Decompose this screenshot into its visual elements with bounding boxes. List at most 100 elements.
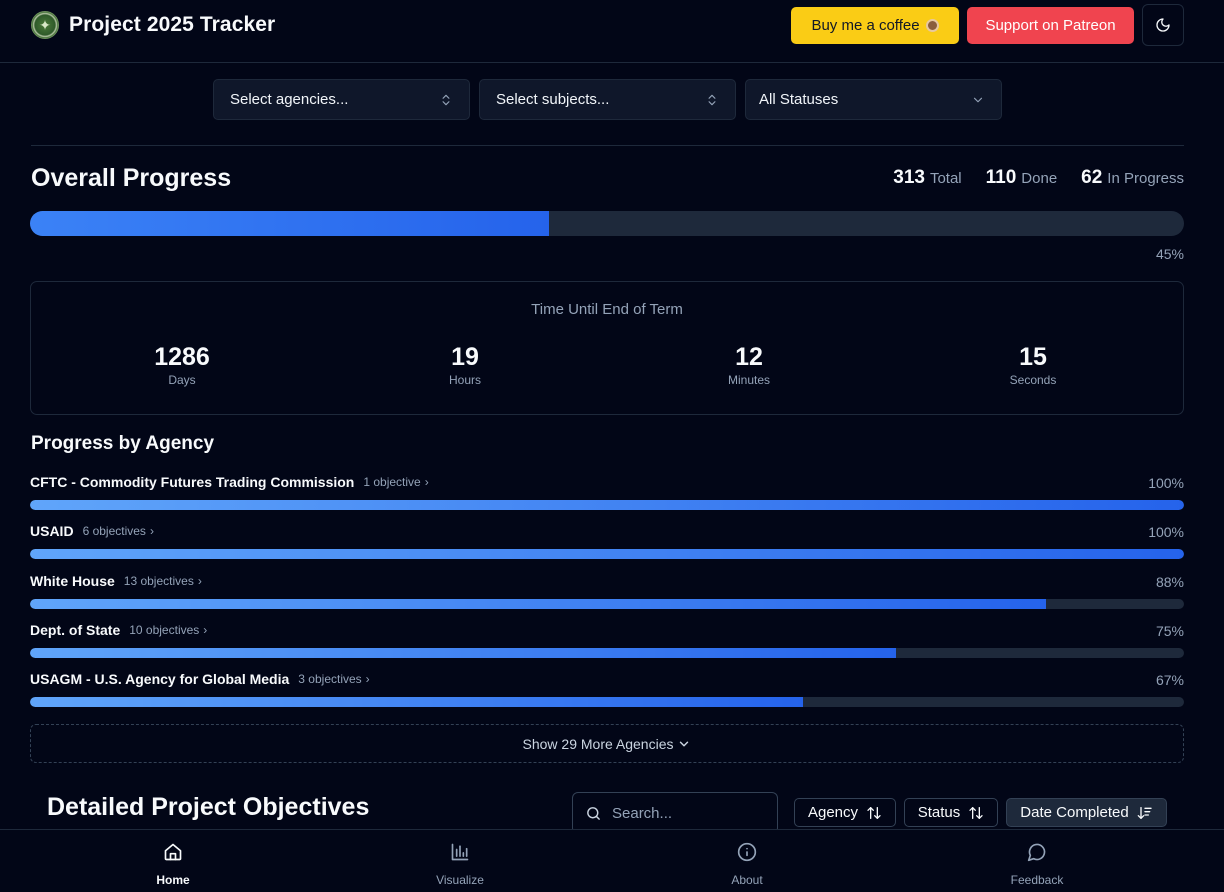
- status-select[interactable]: All Statuses: [745, 79, 1002, 120]
- agency-name: Dept. of State: [30, 622, 121, 638]
- agency-progress-title: Progress by Agency: [31, 433, 215, 454]
- agency-progress-fill: [30, 500, 1184, 510]
- countdown-days: 1286 Days: [154, 343, 210, 387]
- agency-percent: 75%: [1155, 623, 1184, 639]
- patreon-label: Support on Patreon: [985, 17, 1116, 34]
- sort-status-label: Status: [917, 804, 961, 821]
- agency-objectives-link[interactable]: 13 objectives ›: [124, 574, 202, 588]
- moon-icon: [1156, 18, 1170, 32]
- subject-select[interactable]: Select subjects...: [479, 79, 736, 120]
- agency-progress-bar: [30, 599, 1184, 609]
- stat-done: 110 Done: [985, 167, 1058, 188]
- logo-icon: ✦: [31, 11, 59, 39]
- agency-row[interactable]: CFTC - Commodity Futures Trading Commiss…: [30, 474, 1184, 519]
- agency-progress-bar: [30, 648, 1184, 658]
- app-header: ✦ Project 2025 Tracker Buy me a coffee S…: [0, 0, 1224, 63]
- agency-objectives-link[interactable]: 10 objectives ›: [129, 623, 207, 637]
- nav-about[interactable]: About: [687, 842, 807, 887]
- agency-objectives-link[interactable]: 3 objectives ›: [298, 672, 369, 686]
- countdown-minutes: 12 Minutes: [727, 343, 771, 387]
- agency-name: CFTC - Commodity Futures Trading Commiss…: [30, 474, 355, 490]
- sort-status-button[interactable]: Status: [904, 798, 998, 827]
- nav-feedback-label: Feedback: [1010, 873, 1064, 887]
- search-input[interactable]: [612, 804, 762, 822]
- info-icon: [737, 842, 757, 862]
- agency-percent: 67%: [1155, 672, 1184, 688]
- search-field[interactable]: [572, 792, 778, 834]
- chevron-down-icon: [973, 97, 983, 102]
- countdown-title: Time Until End of Term: [531, 301, 683, 318]
- filter-bar: Select agencies... Select subjects... Al…: [213, 79, 1002, 120]
- stat-total: 313 Total: [893, 167, 962, 188]
- agency-row[interactable]: Dept. of State 10 objectives › 75%: [30, 622, 1184, 667]
- home-icon: [164, 843, 182, 861]
- chevron-right-icon: ›: [424, 475, 429, 489]
- chevron-right-icon: ›: [365, 672, 370, 686]
- buy-coffee-button[interactable]: Buy me a coffee: [791, 7, 959, 44]
- status-select-value: All Statuses: [759, 91, 839, 108]
- nav-visualize-label: Visualize: [436, 873, 484, 887]
- agency-objectives-link[interactable]: 1 objective ›: [363, 475, 428, 489]
- stat-in-progress: 62 In Progress: [1081, 167, 1184, 188]
- chevrons-up-down-icon: [442, 94, 450, 105]
- overall-progress-fill: [30, 211, 550, 236]
- sort-arrows-icon: [969, 806, 983, 819]
- bottom-navigation: Home Visualize About Feedback: [0, 829, 1224, 892]
- objectives-title: Detailed Project Objectives: [47, 793, 370, 821]
- countdown-hours: 19 Hours: [448, 343, 481, 387]
- agency-select-placeholder: Select agencies...: [230, 91, 349, 108]
- nav-visualize[interactable]: Visualize: [400, 842, 520, 887]
- theme-toggle-button[interactable]: [1142, 4, 1184, 46]
- agency-progress-fill: [30, 648, 896, 658]
- chevron-right-icon: ›: [203, 623, 208, 637]
- agency-progress-fill: [30, 549, 1184, 559]
- nav-home[interactable]: Home: [113, 842, 233, 887]
- agency-progress-fill: [30, 697, 804, 707]
- chevron-right-icon: ›: [149, 524, 154, 538]
- overall-progress-title: Overall Progress: [31, 164, 232, 192]
- section-divider: [31, 145, 1184, 146]
- term-countdown: Time Until End of Term 1286 Days 19 Hour…: [30, 281, 1184, 415]
- show-more-label: Show 29 More Agencies: [522, 735, 674, 752]
- agency-name: USAID: [30, 523, 74, 539]
- sort-descending-icon: [1137, 806, 1152, 819]
- agency-name: White House: [30, 573, 115, 589]
- overall-stats: 313 Total 110 Done 62 In Progress: [893, 167, 1184, 189]
- nav-feedback[interactable]: Feedback: [977, 842, 1097, 887]
- chevrons-up-down-icon: [708, 94, 716, 105]
- countdown-seconds: 15 Seconds: [1009, 343, 1057, 387]
- show-more-agencies-button[interactable]: Show 29 More Agencies: [30, 724, 1184, 763]
- sort-agency-label: Agency: [807, 804, 859, 821]
- agency-row[interactable]: White House 13 objectives › 88%: [30, 573, 1184, 618]
- agency-row[interactable]: USAGM - U.S. Agency for Global Media 3 o…: [30, 671, 1184, 716]
- sort-date-label: Date Completed: [1020, 804, 1129, 821]
- chevron-down-icon: [680, 741, 689, 746]
- overall-progress-bar: [30, 211, 1184, 236]
- agency-percent: 88%: [1155, 574, 1184, 590]
- agency-progress-fill: [30, 599, 1046, 609]
- subject-select-placeholder: Select subjects...: [496, 91, 610, 108]
- app-title: Project 2025 Tracker: [69, 13, 276, 36]
- nav-about-label: About: [731, 873, 763, 887]
- overall-progress-percent: 45%: [1155, 246, 1184, 262]
- agency-select[interactable]: Select agencies...: [213, 79, 470, 120]
- sort-date-button[interactable]: Date Completed: [1006, 798, 1167, 827]
- agency-objectives-link[interactable]: 6 objectives ›: [83, 524, 154, 538]
- sort-arrows-icon: [867, 806, 881, 819]
- nav-home-label: Home: [156, 873, 190, 887]
- chat-bubble-icon: [1027, 843, 1046, 862]
- brand[interactable]: ✦ Project 2025 Tracker: [31, 11, 275, 39]
- agency-percent: 100%: [1148, 475, 1184, 491]
- coffee-cup-icon: [925, 19, 939, 32]
- search-icon: [587, 806, 600, 820]
- agency-progress-bar: [30, 697, 1184, 707]
- agency-row[interactable]: USAID 6 objectives › 100%: [30, 523, 1184, 568]
- patreon-button[interactable]: Support on Patreon: [967, 7, 1134, 44]
- agency-progress-bar: [30, 549, 1184, 559]
- chevron-right-icon: ›: [197, 574, 202, 588]
- agency-name: USAGM - U.S. Agency for Global Media: [30, 671, 290, 687]
- bar-chart-icon: [451, 843, 469, 861]
- agency-percent: 100%: [1148, 524, 1184, 540]
- sort-agency-button[interactable]: Agency: [794, 798, 896, 827]
- buy-coffee-label: Buy me a coffee: [811, 17, 920, 34]
